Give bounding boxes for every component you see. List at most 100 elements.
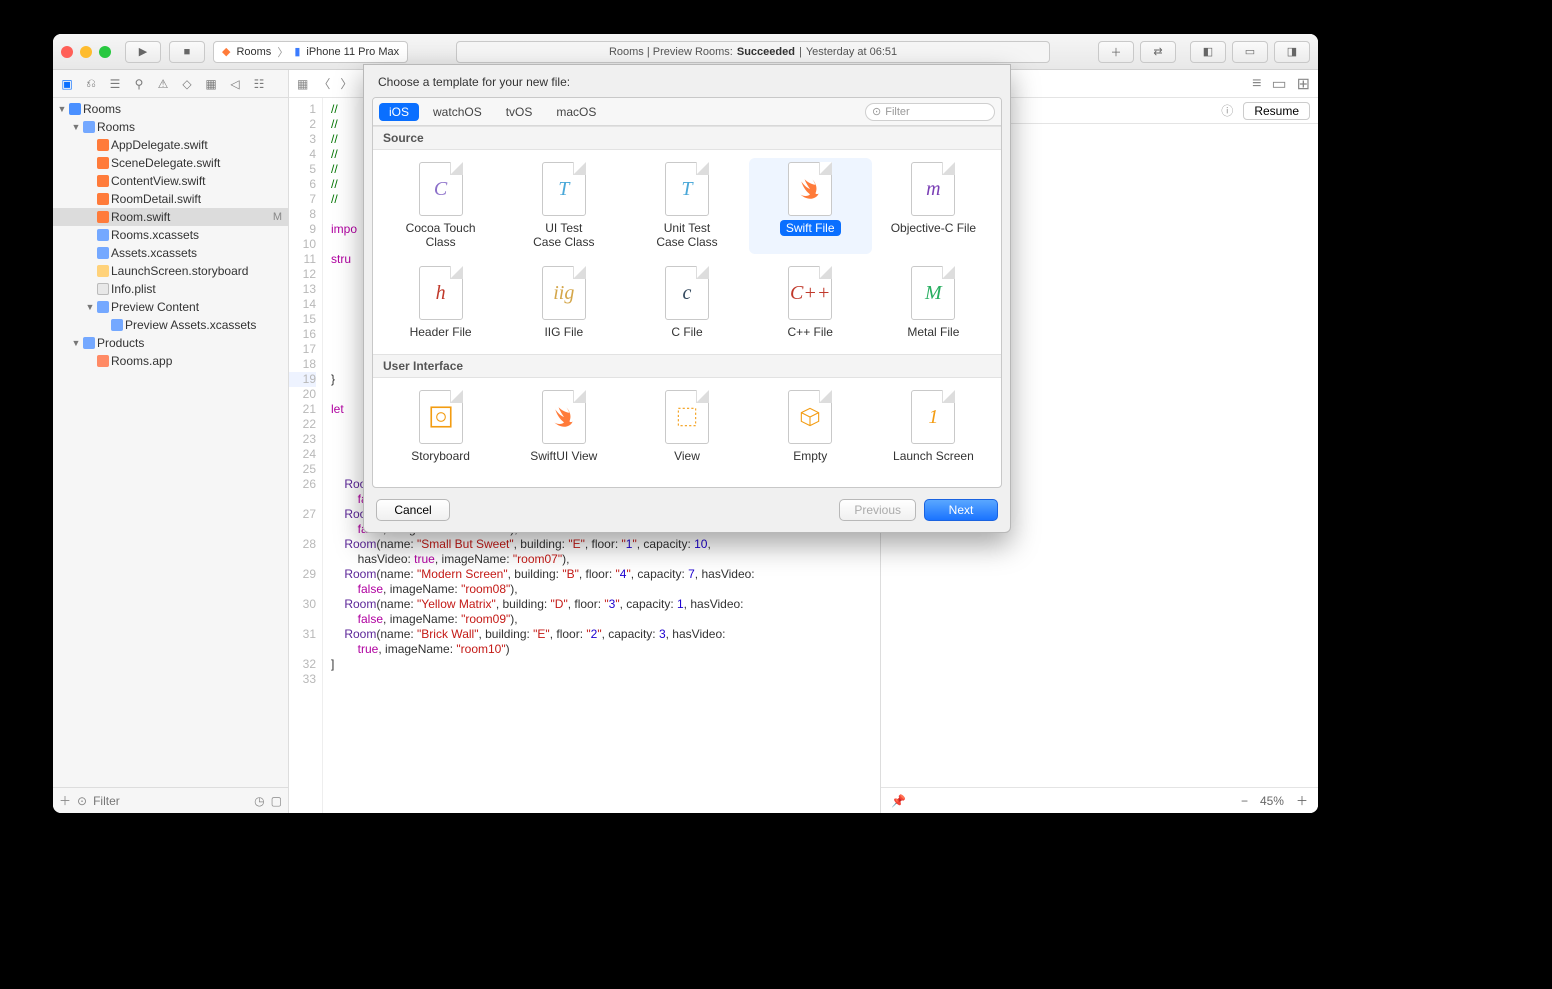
template-item[interactable]: iig IIG File [502, 262, 625, 344]
scm-filter-button[interactable]: ▢ [271, 794, 282, 808]
issue-navigator-tab[interactable]: ⚠ [155, 76, 171, 92]
pin-preview-button[interactable]: 📌 [891, 794, 906, 808]
zoom-window-button[interactable] [99, 46, 111, 58]
scheme-app: Rooms [236, 46, 271, 58]
scheme-selector[interactable]: ◆ Rooms 〉 ▮ iPhone 11 Pro Max [213, 41, 408, 63]
template-item[interactable]: cC File [625, 262, 748, 344]
tree-row[interactable]: Rooms.app [53, 352, 288, 370]
zoom-in-button[interactable]: ＋ [1296, 792, 1308, 809]
template-label: Metal File [901, 324, 965, 340]
cancel-button[interactable]: Cancel [376, 499, 450, 521]
find-navigator-tab[interactable]: ⚲ [131, 76, 147, 92]
new-file-sheet: Choose a template for your new file: iOS… [363, 64, 1011, 533]
zoom-level: 45% [1260, 794, 1284, 808]
debug-navigator-tab[interactable]: ▦ [203, 76, 219, 92]
template-item[interactable]: CCocoa TouchClass [379, 158, 502, 254]
tree-row[interactable]: ▼Preview Content [53, 298, 288, 316]
template-icon: iig [542, 266, 586, 320]
template-label: UI TestCase Class [527, 220, 600, 250]
next-button[interactable]: Next [924, 499, 998, 521]
code-review-button[interactable]: ⇄ [1140, 41, 1176, 63]
close-window-button[interactable] [61, 46, 73, 58]
template-item[interactable]: Empty [749, 386, 872, 468]
navigator-filter-input[interactable] [93, 794, 248, 808]
platform-tab-watchos[interactable]: watchOS [423, 103, 492, 121]
tree-row[interactable]: AppDelegate.swift [53, 136, 288, 154]
report-navigator-tab[interactable]: ☷ [251, 76, 267, 92]
tree-row[interactable]: Room.swiftM [53, 208, 288, 226]
toggle-debug-button[interactable]: ▭ [1232, 41, 1268, 63]
template-label: Cocoa TouchClass [400, 220, 482, 250]
template-label: C File [665, 324, 708, 340]
template-label: Launch Screen [887, 448, 980, 464]
library-button[interactable]: ＋ [1098, 41, 1134, 63]
template-item[interactable]: hHeader File [379, 262, 502, 344]
tree-row[interactable]: Assets.xcassets [53, 244, 288, 262]
template-label: View [668, 448, 706, 464]
template-icon: 1 [911, 390, 955, 444]
platform-tab-tvos[interactable]: tvOS [496, 103, 543, 121]
toggle-navigator-button[interactable]: ◧ [1190, 41, 1226, 63]
platform-tab-ios[interactable]: iOS [379, 103, 419, 121]
minimize-window-button[interactable] [80, 46, 92, 58]
template-icon: m [911, 162, 955, 216]
traffic-lights [61, 46, 111, 58]
tree-row[interactable]: Rooms.xcassets [53, 226, 288, 244]
test-navigator-tab[interactable]: ◇ [179, 76, 195, 92]
template-item[interactable]: M Metal File [872, 262, 995, 344]
tree-row[interactable]: RoomDetail.swift [53, 190, 288, 208]
recent-filter-button[interactable]: ◷ [254, 794, 264, 808]
navigator-tabs: ▣ ⎌ ☰ ⚲ ⚠ ◇ ▦ ◁ ☷ [53, 70, 288, 98]
tree-row[interactable]: ▼Rooms [53, 100, 288, 118]
forward-button[interactable]: 〉 [340, 75, 352, 92]
platform-tab-macos[interactable]: macOS [546, 103, 606, 121]
resume-button[interactable]: Resume [1243, 102, 1310, 120]
tree-row[interactable]: SceneDelegate.swift [53, 154, 288, 172]
back-button[interactable]: 〈 [318, 75, 330, 92]
previous-button[interactable]: Previous [839, 499, 916, 521]
tree-row[interactable]: ContentView.swift [53, 172, 288, 190]
template-item[interactable]: SwiftUI View [502, 386, 625, 468]
symbol-navigator-tab[interactable]: ☰ [107, 76, 123, 92]
tree-row[interactable]: ▼Products [53, 334, 288, 352]
template-item[interactable]: 1 Launch Screen [872, 386, 995, 468]
minimap-icon[interactable]: ≡ [1252, 75, 1261, 93]
template-icon: T [665, 162, 709, 216]
template-label: Storyboard [405, 448, 476, 464]
template-item[interactable]: Swift File [749, 158, 872, 254]
template-label: Header File [404, 324, 478, 340]
template-item[interactable]: View [625, 386, 748, 468]
tree-row[interactable]: ▼Rooms [53, 118, 288, 136]
tree-row[interactable]: Preview Assets.xcassets [53, 316, 288, 334]
project-tree[interactable]: ▼Rooms▼RoomsAppDelegate.swiftSceneDelega… [53, 98, 288, 787]
template-item[interactable]: mObjective-C File [872, 158, 995, 254]
template-item[interactable]: C++C++ File [749, 262, 872, 344]
template-icon: C++ [788, 266, 832, 320]
sheet-title: Choose a template for your new file: [364, 65, 1010, 97]
template-section-header: User Interface [373, 354, 1001, 378]
source-control-navigator-tab[interactable]: ⎌ [83, 76, 99, 92]
template-item[interactable]: TUI TestCase Class [502, 158, 625, 254]
template-item[interactable]: Storyboard [379, 386, 502, 468]
activity-viewer: Rooms | Preview Rooms: Succeeded | Yeste… [456, 41, 1050, 63]
info-icon[interactable]: ⓘ [1221, 102, 1233, 119]
related-items-icon[interactable]: ▦ [297, 77, 308, 91]
add-editor-icon[interactable]: ⊞ [1297, 74, 1310, 94]
tree-row[interactable]: Info.plist [53, 280, 288, 298]
template-label: IIG File [538, 324, 589, 340]
template-item[interactable]: T Unit TestCase Class [625, 158, 748, 254]
run-button[interactable]: ▶ [125, 41, 161, 63]
zoom-out-button[interactable]: − [1241, 794, 1248, 808]
tree-row[interactable]: LaunchScreen.storyboard [53, 262, 288, 280]
toggle-inspector-button[interactable]: ◨ [1274, 41, 1310, 63]
add-button[interactable]: ＋ [59, 792, 71, 809]
template-icon: M [911, 266, 955, 320]
stop-button[interactable]: ■ [169, 41, 205, 63]
template-icon [788, 162, 832, 216]
project-navigator-tab[interactable]: ▣ [59, 76, 75, 92]
template-label: Unit TestCase Class [650, 220, 723, 250]
adjust-editor-icon[interactable]: ▭ [1271, 74, 1286, 94]
breakpoint-navigator-tab[interactable]: ◁ [227, 76, 243, 92]
template-filter[interactable]: ⊙Filter [865, 103, 995, 121]
template-label: Swift File [780, 220, 841, 236]
